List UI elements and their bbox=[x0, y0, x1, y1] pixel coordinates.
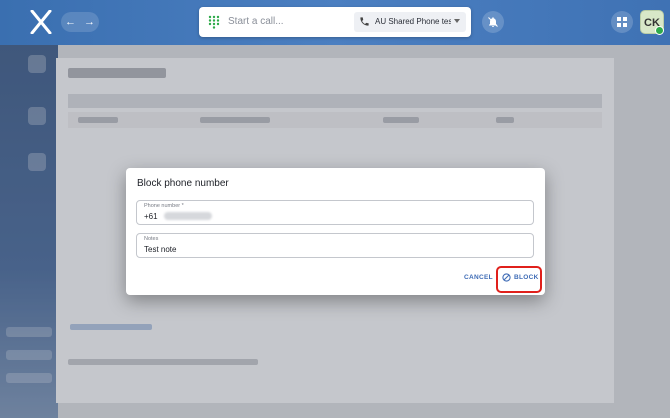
notes-label: Notes bbox=[144, 236, 159, 242]
block-phone-dialog: Block phone number Phone number * +61 No… bbox=[126, 168, 545, 295]
highlight-annotation bbox=[496, 266, 542, 293]
phone-icon bbox=[360, 17, 369, 26]
phone-number-value[interactable]: +61 bbox=[144, 212, 158, 221]
phone-number-field[interactable]: Phone number * +61 bbox=[136, 200, 534, 225]
bell-off-icon bbox=[488, 17, 498, 27]
notifications-muted-button[interactable] bbox=[482, 11, 504, 33]
line-selector-value: AU Shared Phone testi... bbox=[375, 17, 451, 26]
line-selector[interactable]: AU Shared Phone testi... bbox=[354, 12, 466, 32]
arrow-left-icon[interactable]: ← bbox=[61, 12, 80, 32]
notes-value[interactable]: Test note bbox=[144, 245, 176, 254]
arrow-right-icon[interactable]: → bbox=[80, 12, 99, 32]
cancel-button[interactable]: CANCEL bbox=[464, 274, 493, 281]
apps-grid-button[interactable] bbox=[611, 11, 633, 33]
redacted-digits bbox=[164, 212, 212, 220]
presence-status-icon bbox=[655, 26, 664, 35]
history-nav: ← → bbox=[61, 12, 99, 32]
start-call-input[interactable]: Start a call... bbox=[228, 16, 284, 27]
start-call-box[interactable]: Start a call... AU Shared Phone testi... bbox=[199, 7, 471, 37]
apps-grid-icon bbox=[617, 17, 627, 27]
chevron-down-icon bbox=[454, 19, 460, 23]
notes-field[interactable]: Notes Test note bbox=[136, 233, 534, 258]
dialog-title: Block phone number bbox=[137, 178, 229, 189]
app-logo-icon[interactable] bbox=[30, 10, 52, 34]
top-bar: ← → Start a call... AU Shared Phone test… bbox=[0, 0, 670, 45]
dialpad-icon[interactable] bbox=[208, 15, 220, 29]
phone-number-label: Phone number * bbox=[144, 203, 184, 209]
